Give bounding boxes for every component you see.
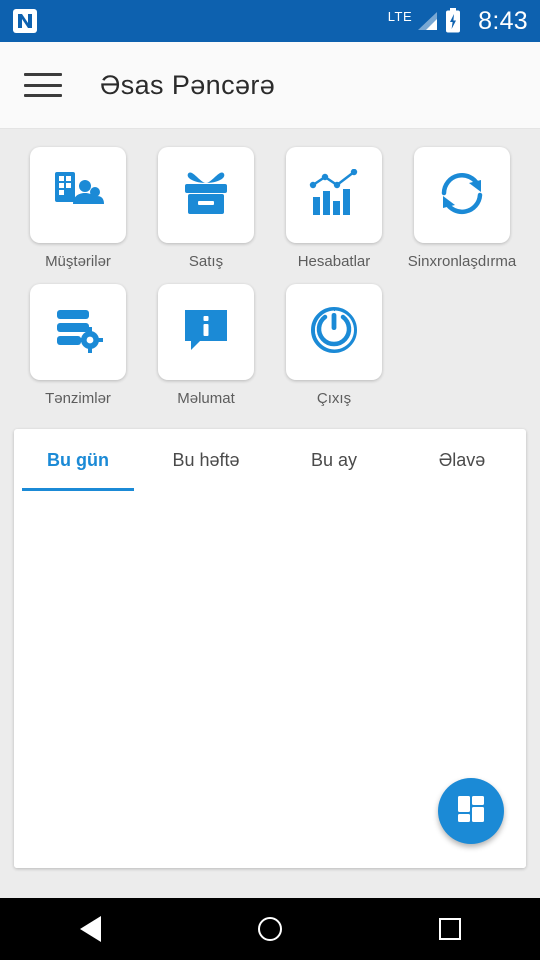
n-logo-icon bbox=[12, 8, 38, 34]
tile-label: Satış bbox=[188, 253, 224, 270]
info-message-icon bbox=[182, 306, 230, 359]
tile-sales[interactable]: Satış bbox=[142, 147, 270, 270]
battery-charging-icon bbox=[445, 8, 471, 34]
tab-today[interactable]: Bu gün bbox=[14, 429, 142, 491]
tile-customers[interactable]: Müştərilər bbox=[14, 147, 142, 270]
power-off-icon bbox=[309, 305, 359, 360]
tile-label: Sinxronlaşdırma bbox=[407, 253, 517, 270]
sync-refresh-icon bbox=[436, 169, 488, 222]
status-bar-right: LTE 8:43 bbox=[388, 8, 528, 34]
system-navigation-bar bbox=[0, 898, 540, 960]
main-content: Müştərilər Satış Hesabatlar Sinxronlaşdı… bbox=[0, 129, 540, 898]
dashboard-grid-icon bbox=[456, 794, 486, 829]
tile-label: Məlumat bbox=[177, 390, 235, 407]
tile-card bbox=[30, 284, 126, 380]
tab-label: Bu gün bbox=[47, 449, 109, 470]
tile-empty-slot bbox=[398, 284, 526, 407]
tile-logout[interactable]: Çıxış bbox=[270, 284, 398, 407]
tile-label: Müştərilər bbox=[45, 253, 111, 270]
content-bottom-spacer bbox=[0, 882, 540, 898]
home-circle-icon bbox=[258, 917, 282, 941]
tile-card bbox=[286, 284, 382, 380]
tile-reports[interactable]: Hesabatlar bbox=[270, 147, 398, 270]
reports-chart-icon bbox=[308, 168, 360, 222]
tab-more[interactable]: Əlavə bbox=[398, 429, 526, 491]
period-tabs: Bu gün Bu həftə Bu ay Əlavə bbox=[14, 429, 526, 491]
signal-bars-icon bbox=[416, 11, 438, 31]
nav-recents-button[interactable] bbox=[405, 898, 495, 960]
tile-label: Hesabatlar bbox=[297, 253, 371, 270]
page-title: Əsas Pəncərə bbox=[100, 69, 276, 100]
recents-square-icon bbox=[439, 918, 461, 940]
tab-this-month[interactable]: Bu ay bbox=[270, 429, 398, 491]
tab-label: Bu ay bbox=[310, 449, 358, 470]
tile-sync[interactable]: Sinxronlaşdırma bbox=[398, 147, 526, 270]
nav-home-button[interactable] bbox=[225, 898, 315, 960]
tile-card bbox=[30, 147, 126, 243]
tile-card bbox=[286, 147, 382, 243]
tile-grid: Müştərilər Satış Hesabatlar Sinxronlaşdı… bbox=[0, 129, 540, 425]
tab-label: Bu həftə bbox=[172, 449, 240, 470]
tile-settings[interactable]: Tənzimlər bbox=[14, 284, 142, 407]
network-type-label: LTE bbox=[387, 8, 413, 24]
tile-label: Çıxış bbox=[316, 390, 352, 407]
sales-box-icon bbox=[181, 169, 231, 222]
tab-this-week[interactable]: Bu həftə bbox=[142, 429, 270, 491]
phone-screen: LTE 8:43 Əsas Pəncərə Müştərilər Satış H… bbox=[0, 0, 540, 960]
app-bar: Əsas Pəncərə bbox=[0, 42, 540, 129]
dashboard-fab-button[interactable] bbox=[438, 778, 504, 844]
settings-database-icon bbox=[53, 306, 103, 359]
hamburger-menu-icon[interactable] bbox=[24, 70, 62, 100]
tile-label: Tənzimlər bbox=[45, 390, 111, 407]
status-bar: LTE 8:43 bbox=[0, 0, 540, 42]
nav-back-button[interactable] bbox=[45, 898, 135, 960]
status-bar-clock: 8:43 bbox=[478, 6, 528, 35]
tile-card bbox=[158, 147, 254, 243]
tile-info[interactable]: Məlumat bbox=[142, 284, 270, 407]
tile-card bbox=[414, 147, 510, 243]
status-bar-left bbox=[12, 8, 388, 34]
customers-icon bbox=[51, 170, 105, 221]
tile-card bbox=[158, 284, 254, 380]
period-card: Bu gün Bu həftə Bu ay Əlavə bbox=[14, 429, 526, 868]
back-triangle-icon bbox=[79, 916, 101, 942]
tab-label: Əlavə bbox=[438, 449, 486, 470]
